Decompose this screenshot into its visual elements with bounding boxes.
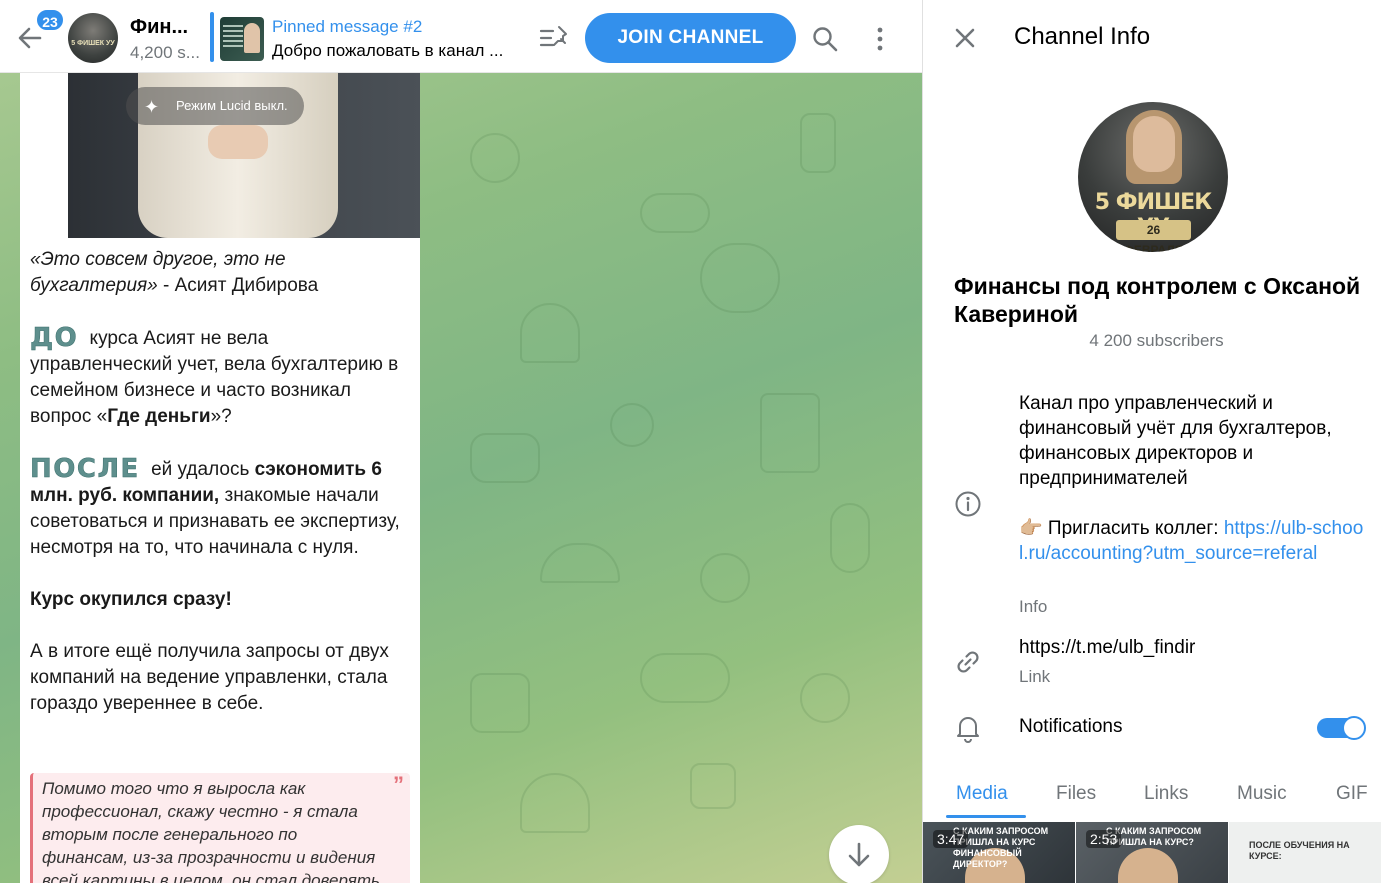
scroll-down-button[interactable] (829, 825, 889, 883)
link-label: Link (1019, 667, 1051, 686)
description-text: Канал про управленческий и финансовый уч… (1019, 393, 1332, 489)
notifications-toggle[interactable] (1317, 716, 1366, 740)
lucid-mode-pill[interactable]: ✦ Режим Lucid выкл. (126, 87, 304, 125)
chat-background: ✦ Режим Lucid выкл. «Это совсем другое, э… (0, 73, 922, 883)
active-tab-indicator (946, 815, 1026, 818)
avatar-caption: 5 ФИШЕК УУ (71, 40, 115, 47)
join-channel-button[interactable]: JOIN CHANNEL (585, 13, 796, 63)
tab-links[interactable]: Links (1144, 783, 1188, 805)
quote-text: Помимо того что я выросла как профессион… (42, 779, 380, 883)
video-duration: 2:53 (1086, 830, 1122, 848)
media-grid: С КАКИМ ЗАПРОСОМ ПРИШЛА НА КУРС ФИНАНСОВ… (923, 822, 1389, 883)
channel-link[interactable]: https://t.me/ulb_findir (1019, 637, 1195, 659)
pinned-message-text[interactable]: Добро пожаловать в канал ... (272, 41, 503, 61)
message-video[interactable]: ✦ Режим Lucid выкл. (20, 73, 420, 238)
media-item[interactable]: С КАКИМ ЗАПРОСОМ ПРИШЛА НА КУРС ФИНАНСОВ… (923, 822, 1075, 883)
lucid-mode-label: Режим Lucid выкл. (176, 98, 288, 113)
invite-line: 👉🏼 Пригласить коллег: https://ulb-school… (1019, 518, 1364, 564)
tab-media[interactable]: Media (956, 783, 1008, 805)
media-item[interactable]: ПОСЛЕ ОБУЧЕНИЯ НА КУРСЕ: (1229, 822, 1381, 883)
video-duration: 3:47 (933, 830, 969, 848)
before-heading: ДО (30, 323, 79, 353)
info-icon (955, 491, 981, 517)
channel-name: Финансы под контролем с Оксаной Каверино… (954, 273, 1361, 327)
message-text: «Это совсем другое, это не бухгалтерия» … (30, 249, 400, 714)
tab-files[interactable]: Files (1056, 783, 1096, 805)
tab-gif[interactable]: GIF (1336, 783, 1368, 805)
pinned-list-icon[interactable] (538, 24, 570, 52)
channel-avatar[interactable]: 5 ФИШЕК УУ (68, 13, 118, 63)
sparkle-icon: ✦ (144, 96, 160, 117)
quote-mark-icon: ” (393, 772, 404, 797)
message-bubble[interactable]: ✦ Режим Lucid выкл. «Это совсем другое, э… (20, 73, 420, 883)
more-options-icon[interactable] (870, 25, 890, 53)
search-icon[interactable] (811, 25, 839, 53)
unread-badge: 23 (35, 8, 65, 32)
tab-music[interactable]: Music (1237, 783, 1287, 805)
highlight-line: Курс окупился сразу! (30, 589, 232, 610)
panel-title: Channel Info (1014, 23, 1151, 50)
avatar-date: 26 ФЕВРАЛЯ (1116, 220, 1191, 252)
media-item[interactable]: С КАКИМ ЗАПРОСОМ ПРИШЛА НА КУРС? 2:53 (1076, 822, 1228, 883)
info-label: Info (1019, 597, 1048, 616)
channel-info-panel: Channel Info 5 ФИШЕК УУ 26 ФЕВРАЛЯ Финан… (922, 0, 1389, 883)
arrow-down-icon (848, 842, 870, 867)
media-tabs: Media Files Links Music GIF (923, 767, 1389, 818)
bell-icon (957, 717, 979, 743)
channel-description: Канал про управленческий и финансовый уч… (1019, 391, 1369, 566)
subscriber-count: 4 200 subscribers (1089, 331, 1224, 350)
pinned-message-title[interactable]: Pinned message #2 (272, 17, 422, 37)
quote-block: Помимо того что я выросла как профессион… (30, 773, 410, 883)
after-heading: ПОСЛЕ (30, 454, 140, 484)
chat-subscriber-count: 4,200 s... (130, 43, 200, 62)
close-icon[interactable] (953, 26, 977, 50)
chat-header: 5 ФИШЕК УУ 23 Фин... 4,200 s... Pinned m… (0, 0, 922, 73)
channel-avatar-large[interactable]: 5 ФИШЕК УУ 26 ФЕВРАЛЯ (1078, 102, 1228, 252)
chat-title[interactable]: Фин... (130, 16, 188, 39)
pinned-indicator (210, 12, 214, 62)
notifications-label: Notifications (1019, 716, 1123, 737)
pinned-thumbnail[interactable] (220, 17, 264, 61)
link-icon (957, 651, 979, 673)
